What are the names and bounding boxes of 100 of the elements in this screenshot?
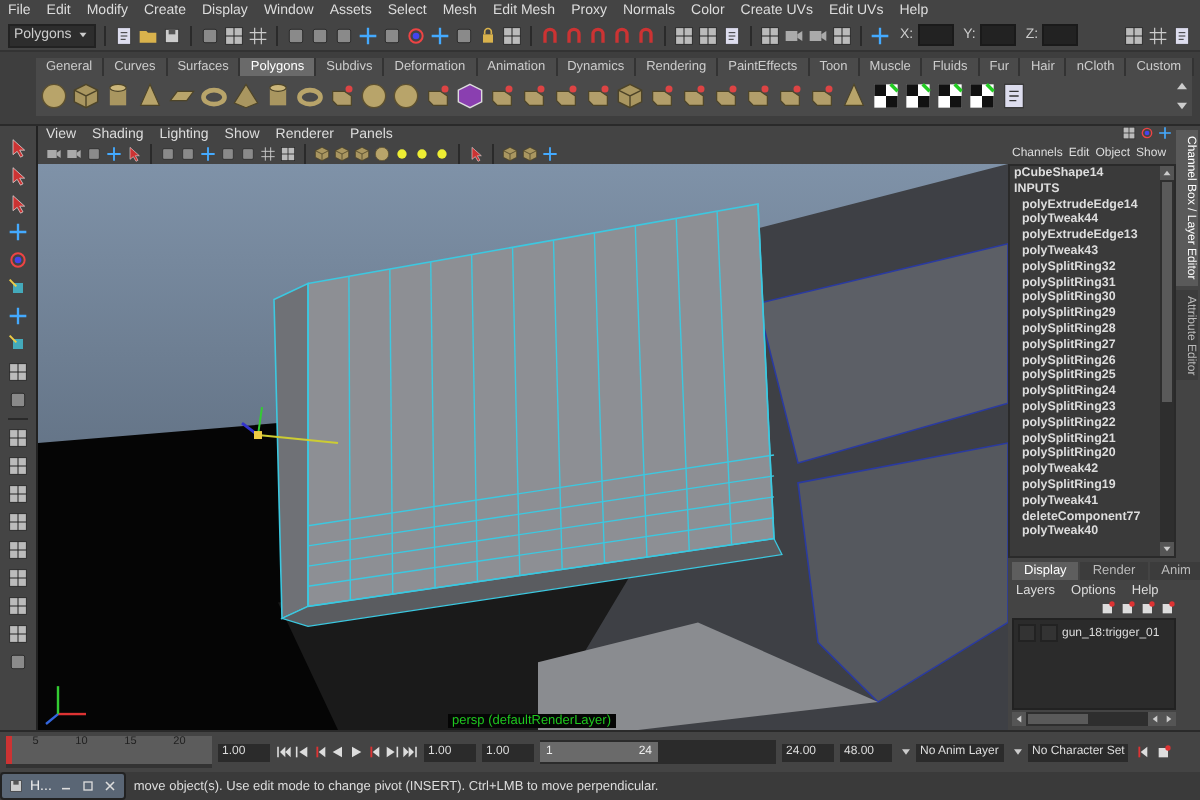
checker-icon[interactable] (936, 82, 964, 110)
mesh-tool-icon[interactable] (424, 82, 452, 110)
square-icon[interactable] (220, 146, 236, 162)
camera-icon[interactable] (784, 25, 804, 45)
scroll-down-icon[interactable] (898, 744, 914, 760)
mesh-tool-icon[interactable] (648, 82, 676, 110)
square-icon[interactable] (180, 146, 196, 162)
square-icon[interactable] (310, 25, 330, 45)
coordinate-field[interactable] (979, 24, 1016, 46)
rotate-icon[interactable] (406, 25, 426, 45)
cone-icon[interactable] (840, 82, 868, 110)
camera-icon[interactable] (46, 146, 62, 162)
mesh-tool-icon[interactable] (680, 82, 708, 110)
cube-icon[interactable] (502, 146, 518, 162)
document-icon[interactable] (1172, 25, 1192, 45)
layout-icon[interactable] (8, 512, 28, 532)
new-layer-icon[interactable] (1156, 744, 1173, 760)
move-icon[interactable] (870, 25, 890, 45)
scale-icon[interactable] (8, 334, 28, 354)
grid-icon[interactable] (248, 25, 268, 45)
coordinate-field[interactable] (917, 24, 954, 46)
layout-icon[interactable] (502, 25, 522, 45)
cylinder-icon[interactable] (264, 82, 292, 110)
layout-icon[interactable] (832, 25, 852, 45)
layout-icon[interactable] (280, 146, 296, 162)
cylinder-icon[interactable] (104, 82, 132, 110)
scrollbar-thumb[interactable] (1162, 182, 1172, 402)
square-icon[interactable] (382, 25, 402, 45)
layout-icon[interactable] (8, 362, 28, 382)
cube-icon[interactable] (72, 82, 100, 110)
new-layer-icon[interactable] (1120, 600, 1136, 616)
square-icon[interactable] (200, 25, 220, 45)
scroll-left-icon[interactable] (1012, 712, 1026, 726)
document-icon[interactable] (1000, 82, 1028, 110)
square-icon[interactable] (454, 25, 474, 45)
mesh-tool-icon[interactable] (808, 82, 836, 110)
camera-icon[interactable] (66, 146, 82, 162)
arrow-cursor-icon[interactable] (126, 146, 142, 162)
lock-icon[interactable] (478, 25, 498, 45)
square-icon[interactable] (160, 146, 176, 162)
play-icon[interactable] (348, 744, 364, 760)
sphere-icon[interactable] (360, 82, 388, 110)
layout-icon[interactable] (8, 456, 28, 476)
key-icon[interactable] (312, 744, 328, 760)
square-icon[interactable] (86, 146, 102, 162)
key-icon[interactable] (1134, 744, 1151, 760)
scrollbar-thumb[interactable] (1028, 714, 1088, 724)
torus-icon[interactable] (200, 82, 228, 110)
checker-icon[interactable] (904, 82, 932, 110)
play-back-icon[interactable] (330, 744, 346, 760)
scrollbar[interactable] (1160, 166, 1174, 556)
mesh-tool-icon[interactable] (584, 82, 612, 110)
cube-icon[interactable] (314, 146, 330, 162)
move-icon[interactable] (1158, 126, 1172, 140)
arrow-cursor-icon[interactable] (468, 146, 484, 162)
skip-start-icon[interactable] (276, 744, 292, 760)
close-icon[interactable] (101, 778, 118, 794)
move-icon[interactable] (430, 25, 450, 45)
layout-icon[interactable] (8, 484, 28, 504)
document-icon[interactable] (114, 25, 134, 45)
scroll-down-icon[interactable] (1160, 542, 1174, 556)
document-icon[interactable] (722, 25, 742, 45)
mesh-tool-icon[interactable] (520, 82, 548, 110)
checker-icon[interactable] (968, 82, 996, 110)
move-icon[interactable] (106, 146, 122, 162)
new-layer-icon[interactable] (1100, 600, 1116, 616)
square-icon[interactable] (8, 652, 28, 672)
move-icon[interactable] (358, 25, 378, 45)
layout-icon[interactable] (674, 25, 694, 45)
coordinate-field[interactable] (1042, 24, 1079, 46)
cube-icon[interactable] (616, 82, 644, 110)
cube-icon[interactable] (354, 146, 370, 162)
square-icon[interactable] (8, 390, 28, 410)
restore-icon[interactable] (79, 778, 96, 794)
scroll-up-icon[interactable] (1160, 166, 1174, 180)
layout-icon[interactable] (8, 428, 28, 448)
rotate-icon[interactable] (8, 250, 28, 270)
scroll-right-icon[interactable] (1162, 712, 1176, 726)
layout-icon[interactable] (8, 624, 28, 644)
move-icon[interactable] (8, 222, 28, 242)
move-icon[interactable] (542, 146, 558, 162)
square-icon[interactable] (240, 146, 256, 162)
layout-icon[interactable] (8, 568, 28, 588)
torus-icon[interactable] (296, 82, 324, 110)
folder-icon[interactable] (138, 25, 158, 45)
mesh-tool-icon[interactable] (712, 82, 740, 110)
mesh-tool-icon[interactable] (552, 82, 580, 110)
light-icon[interactable] (394, 146, 410, 162)
scroll-left-icon[interactable] (1148, 712, 1162, 726)
skip-end-icon[interactable] (402, 744, 418, 760)
layout-icon[interactable] (224, 25, 244, 45)
scale-icon[interactable] (8, 278, 28, 298)
new-layer-icon[interactable] (1140, 600, 1156, 616)
cube-icon[interactable] (522, 146, 538, 162)
sphere-icon[interactable] (392, 82, 420, 110)
cone-icon[interactable] (136, 82, 164, 110)
shaded-cube-icon[interactable] (456, 82, 484, 110)
mesh-tool-icon[interactable] (776, 82, 804, 110)
move-icon[interactable] (8, 306, 28, 326)
grid-icon[interactable] (260, 146, 276, 162)
